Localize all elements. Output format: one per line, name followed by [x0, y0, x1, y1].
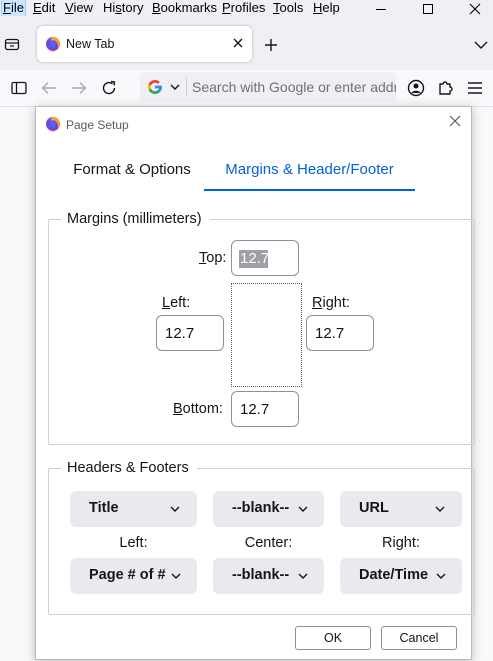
maximize-icon [423, 4, 433, 14]
chevron-down-icon [170, 506, 180, 512]
firefox-icon [46, 37, 60, 52]
list-all-tabs-button[interactable] [470, 34, 492, 56]
menu-file[interactable]: File [1, 0, 26, 17]
extensions-button[interactable] [436, 78, 456, 98]
menu-file-rest: ile [10, 0, 24, 15]
page-preview [231, 283, 302, 387]
close-icon [469, 3, 481, 15]
headers-footers-legend: Headers & Footers [61, 460, 197, 476]
page-setup-dialog: Page Setup Format & Options Margins & He… [35, 106, 475, 660]
firefox-icon [46, 117, 60, 132]
top-margin-input[interactable] [231, 240, 299, 276]
chevron-down-icon [170, 84, 180, 90]
footer-left-select[interactable]: Page # of # [70, 558, 197, 594]
left-margin-input[interactable] [156, 315, 224, 351]
reload-icon [102, 80, 116, 95]
account-icon [407, 79, 425, 97]
minimize-icon [376, 9, 386, 10]
ok-button[interactable]: OK [295, 626, 371, 650]
footer-right-value: Date/Time [359, 567, 429, 583]
left-margin-label: Left: [162, 295, 191, 311]
app-menu-button[interactable] [465, 78, 485, 98]
chevron-down-icon [298, 573, 308, 579]
puzzle-icon [439, 81, 453, 95]
tab-format-options[interactable]: Format & Options [51, 151, 213, 191]
close-dialog-icon[interactable] [449, 115, 461, 127]
chevron-down-icon [435, 506, 445, 512]
bottom-margin-input[interactable] [231, 391, 299, 427]
chevron-down-icon [436, 573, 446, 579]
header-center-select[interactable]: --blank-- [213, 491, 324, 527]
tab-title: New Tab [66, 37, 115, 51]
sidebar-icon [11, 81, 27, 95]
center-column-label: Center: [244, 535, 293, 551]
close-tab-icon[interactable] [232, 37, 244, 49]
menu-help[interactable]: Help [313, 0, 340, 16]
search-engine-button[interactable] [140, 72, 186, 102]
account-button[interactable] [406, 78, 426, 98]
tab-groups-icon [4, 38, 20, 51]
dialog-title: Page Setup [66, 118, 129, 132]
header-center-value: --blank-- [232, 500, 290, 516]
new-tab-button[interactable] [260, 34, 282, 56]
tab-groups-button[interactable] [2, 34, 22, 54]
header-right-select[interactable]: URL [340, 491, 462, 527]
tab-margins-header-footer[interactable]: Margins & Header/Footer [204, 151, 415, 191]
chevron-down-icon [474, 41, 488, 49]
url-input[interactable] [190, 72, 398, 102]
chevron-down-icon [171, 573, 181, 579]
bottom-margin-label: Bottom: [173, 401, 223, 417]
header-left-value: Title [89, 500, 119, 516]
right-margin-input[interactable] [306, 315, 374, 351]
nav-bar [0, 70, 493, 107]
forward-button[interactable] [69, 78, 89, 98]
footer-center-value: --blank-- [232, 567, 290, 583]
right-margin-label: Right: [312, 295, 350, 311]
cancel-button[interactable]: Cancel [381, 626, 457, 650]
url-separator [186, 78, 187, 96]
back-arrow-icon [41, 82, 56, 94]
header-right-value: URL [359, 500, 389, 516]
forward-arrow-icon [72, 82, 87, 94]
menu-tools[interactable]: Tools [273, 0, 303, 16]
footer-center-select[interactable]: --blank-- [213, 558, 324, 594]
dialog-tabs: Format & Options Margins & Header/Footer [36, 151, 471, 191]
menu-bookmarks[interactable]: Bookmarks [152, 0, 217, 16]
sidebar-button[interactable] [9, 78, 29, 98]
right-column-label: Right: [382, 535, 420, 551]
header-left-select[interactable]: Title [70, 491, 197, 527]
menu-history[interactable]: History [103, 0, 143, 16]
left-column-label: Left: [119, 535, 148, 551]
plus-icon [265, 39, 277, 51]
google-icon [147, 80, 162, 94]
reload-button[interactable] [99, 78, 119, 98]
footer-right-select[interactable]: Date/Time [340, 558, 462, 594]
tab-new-tab[interactable]: New Tab [37, 26, 252, 62]
url-bar [140, 72, 398, 102]
menu-profiles[interactable]: Profiles [222, 0, 265, 16]
top-margin-label: Top: [199, 250, 227, 266]
menu-edit[interactable]: Edit [33, 0, 55, 16]
back-button[interactable] [39, 78, 59, 98]
margins-legend: Margins (millimeters) [61, 211, 210, 227]
tab-strip: New Tab [0, 16, 493, 70]
menu-view[interactable]: View [65, 0, 93, 16]
menu-bar: File Edit View History Bookmarks Profile… [0, 0, 493, 17]
hamburger-icon [468, 82, 482, 94]
chevron-down-icon [298, 506, 308, 512]
